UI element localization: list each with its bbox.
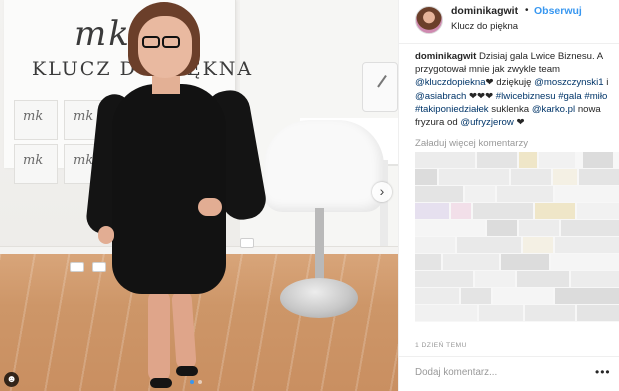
wall-tile: mk (14, 100, 58, 140)
blurred-block (415, 152, 475, 168)
caption-hashtag[interactable]: #lwicebiznesu (496, 91, 556, 102)
comment-input[interactable] (415, 367, 585, 378)
blurred-block (415, 254, 441, 270)
caption-text: ❤❤❤ (466, 90, 496, 102)
post-side-panel: dominikagwit • Obserwuj Klucz do piękna … (398, 0, 619, 391)
chair-pole (315, 208, 324, 286)
blurred-block (583, 152, 613, 168)
blurred-block (487, 220, 517, 236)
blurred-block (535, 203, 575, 219)
caption-username[interactable]: dominikagwit (415, 51, 476, 62)
blurred-block (579, 169, 619, 185)
person-hand (98, 226, 114, 244)
blurred-block (555, 186, 619, 202)
blurred-block (525, 305, 575, 321)
blurred-block (539, 152, 575, 168)
blurred-block (523, 237, 553, 253)
post-location[interactable]: Klucz do piękna (451, 21, 518, 32)
blurred-block (415, 169, 437, 185)
blurred-block (551, 254, 619, 270)
post-header: dominikagwit • Obserwuj Klucz do piękna (399, 0, 619, 44)
person-leg (148, 290, 170, 382)
person-dress (112, 84, 226, 294)
person-shoe (150, 378, 172, 388)
blurred-block (415, 237, 455, 253)
blurred-block (553, 169, 577, 185)
blurred-block (519, 220, 559, 236)
carousel-dot (190, 380, 194, 384)
blurred-block (415, 186, 463, 202)
blurred-block (571, 271, 619, 287)
header-separator: • (525, 5, 529, 16)
banner-script-logo: mk (74, 14, 131, 54)
post-photo[interactable]: mk KLUCZ DO PIĘKNA mk mk mk mk › ☻ (0, 0, 398, 391)
blurred-block (457, 237, 521, 253)
blurred-block (577, 203, 619, 219)
blurred-block (561, 220, 619, 236)
blurred-block (501, 254, 549, 270)
blurred-block (461, 288, 491, 304)
caption-text: suklenka (488, 103, 532, 115)
author-username[interactable]: dominikagwit (451, 5, 518, 17)
blurred-block (451, 203, 471, 219)
avatar[interactable] (415, 6, 443, 34)
blurred-block (439, 169, 509, 185)
post-timestamp: 1 DZIEŃ TEMU (415, 342, 467, 349)
blurred-block (555, 237, 619, 253)
blurred-block (511, 169, 551, 185)
white-chair (264, 120, 384, 212)
caption-mention[interactable]: @asiabrach (415, 91, 466, 102)
blurred-block (415, 288, 459, 304)
person-hand (198, 198, 222, 216)
caption-mention[interactable]: @karko.pl (532, 104, 575, 115)
caption-mention[interactable]: @kluczdopiekna (415, 77, 486, 88)
blurred-block (443, 254, 499, 270)
blurred-block (479, 305, 523, 321)
blurred-block (517, 271, 569, 287)
load-more-comments-link[interactable]: Załaduj więcej komentarzy (415, 138, 528, 149)
blurred-block (415, 305, 477, 321)
blurred-block (477, 152, 517, 168)
chevron-right-icon[interactable]: › (372, 182, 392, 202)
caption-text: ❤ (513, 117, 525, 129)
caption-text: ❤ dziękuję (485, 77, 535, 89)
caption-mention[interactable]: @moszczynski1 (534, 77, 603, 88)
wall-outlet (240, 238, 254, 248)
user-tag-icon[interactable]: ☻ (4, 372, 19, 387)
wall-outlet (92, 262, 106, 272)
blurred-block (493, 288, 553, 304)
chair-base (280, 278, 358, 318)
caption-mention[interactable]: @ufryzjerow (460, 117, 513, 128)
blurred-block (555, 288, 619, 304)
post-caption: dominikagwit Dzisiaj gala Lwice Biznesu.… (415, 50, 615, 129)
blurred-block (415, 271, 473, 287)
glasses-icon (140, 36, 182, 49)
desk-clock (362, 62, 398, 112)
follow-button[interactable]: Obserwuj (534, 5, 582, 17)
blurred-block (473, 203, 533, 219)
blurred-block (519, 152, 537, 168)
carousel-indicator (190, 380, 202, 384)
comment-composer: ••• (399, 356, 619, 391)
caption-hashtag[interactable]: #miło (584, 91, 607, 102)
carousel-dot (198, 380, 202, 384)
wall-tile: mk (14, 144, 58, 184)
caption-hashtag[interactable]: #takiponiedziałek (415, 104, 489, 115)
caption-text: i (603, 77, 609, 89)
caption-hashtag[interactable]: #gala (558, 91, 581, 102)
blurred-block (497, 186, 553, 202)
wall-outlet (70, 262, 84, 272)
blurred-block (475, 271, 515, 287)
more-options-icon[interactable]: ••• (595, 365, 611, 379)
blurred-block (577, 305, 619, 321)
person-shoe (176, 366, 198, 376)
blurred-block (415, 220, 485, 236)
blurred-comments (415, 152, 619, 322)
blurred-block (465, 186, 495, 202)
blurred-block (415, 203, 449, 219)
